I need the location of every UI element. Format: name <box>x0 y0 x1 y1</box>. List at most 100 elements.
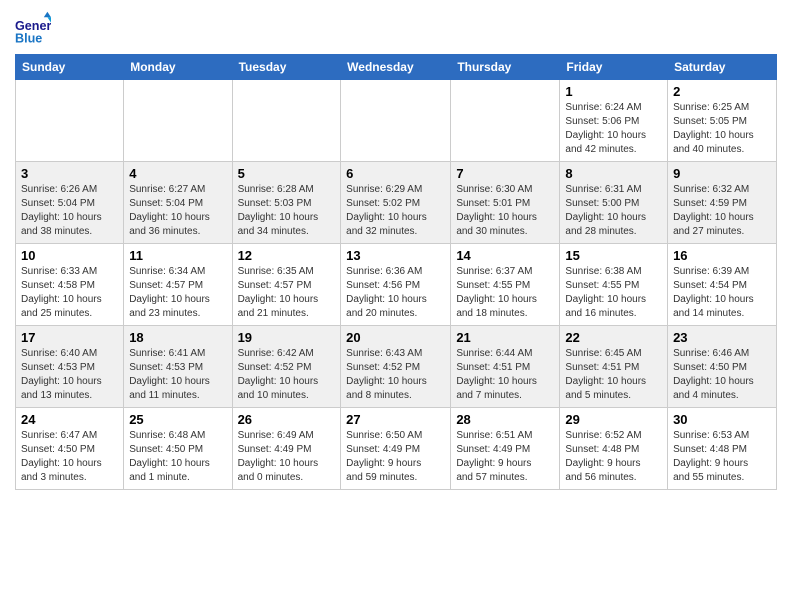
calendar-cell: 6Sunrise: 6:29 AM Sunset: 5:02 PM Daylig… <box>341 162 451 244</box>
calendar-week-row: 10 Sunrise: 6:33 AM Sunset: 4:58 PM Dayli… <box>16 244 777 326</box>
day-number: 24 <box>21 412 118 427</box>
calendar-cell: 22 Sunrise: 6:45 AM Sunset: 4:51 PM Dayli… <box>560 326 668 408</box>
day-number: 30 <box>673 412 771 427</box>
weekday-header: Wednesday <box>341 55 451 80</box>
logo: General Blue <box>15 10 55 46</box>
calendar-cell: 12Sunrise: 6:35 AM Sunset: 4:57 PM Dayli… <box>232 244 341 326</box>
day-number: 26 <box>238 412 336 427</box>
day-number: 13 <box>346 248 445 263</box>
day-info: Sunrise: 6:52 AM Sunset: 4:48 PM Dayligh… <box>565 429 662 485</box>
calendar-cell: 24 Sunrise: 6:47 AM Sunset: 4:50 PM Dayli… <box>16 408 124 490</box>
calendar-cell: 30 Sunrise: 6:53 AM Sunset: 4:48 PM Dayli… <box>668 408 777 490</box>
calendar-cell: 11 Sunrise: 6:34 AM Sunset: 4:57 PM Dayli… <box>124 244 232 326</box>
day-number: 28 <box>456 412 554 427</box>
day-info: Sunrise: 6:53 AM Sunset: 4:48 PM Dayligh… <box>673 429 771 485</box>
day-info: Sunrise: 6:28 AM Sunset: 5:03 PM Dayligh… <box>238 183 336 239</box>
weekday-header: Monday <box>124 55 232 80</box>
day-number: 22 <box>565 330 662 345</box>
day-number: 9 <box>673 166 771 181</box>
calendar-cell: 21Sunrise: 6:44 AM Sunset: 4:51 PM Dayli… <box>451 326 560 408</box>
day-number: 14 <box>456 248 554 263</box>
day-number: 7 <box>456 166 554 181</box>
calendar-cell <box>341 80 451 162</box>
calendar-cell: 27 Sunrise: 6:50 AM Sunset: 4:49 PM Dayli… <box>341 408 451 490</box>
day-number: 4 <box>129 166 226 181</box>
day-info: Sunrise: 6:37 AM Sunset: 4:55 PM Dayligh… <box>456 265 554 321</box>
day-info: Sunrise: 6:34 AM Sunset: 4:57 PM Dayligh… <box>129 265 226 321</box>
day-number: 10 <box>21 248 118 263</box>
calendar-cell: 16 Sunrise: 6:39 AM Sunset: 4:54 PM Dayli… <box>668 244 777 326</box>
day-info: Sunrise: 6:48 AM Sunset: 4:50 PM Dayligh… <box>129 429 226 485</box>
calendar-cell: 7 Sunrise: 6:30 AM Sunset: 5:01 PM Daylig… <box>451 162 560 244</box>
day-info: Sunrise: 6:40 AM Sunset: 4:53 PM Dayligh… <box>21 347 118 403</box>
day-info: Sunrise: 6:30 AM Sunset: 5:01 PM Dayligh… <box>456 183 554 239</box>
calendar-week-row: 24 Sunrise: 6:47 AM Sunset: 4:50 PM Dayli… <box>16 408 777 490</box>
day-number: 5 <box>238 166 336 181</box>
day-info: Sunrise: 6:43 AM Sunset: 4:52 PM Dayligh… <box>346 347 445 403</box>
day-info: Sunrise: 6:36 AM Sunset: 4:56 PM Dayligh… <box>346 265 445 321</box>
day-info: Sunrise: 6:26 AM Sunset: 5:04 PM Dayligh… <box>21 183 118 239</box>
day-info: Sunrise: 6:45 AM Sunset: 4:51 PM Dayligh… <box>565 347 662 403</box>
day-number: 20 <box>346 330 445 345</box>
calendar-cell: 9 Sunrise: 6:32 AM Sunset: 4:59 PM Daylig… <box>668 162 777 244</box>
day-number: 3 <box>21 166 118 181</box>
weekday-header: Tuesday <box>232 55 341 80</box>
day-number: 12 <box>238 248 336 263</box>
calendar-header-row: SundayMondayTuesdayWednesdayThursdayFrid… <box>16 55 777 80</box>
day-info: Sunrise: 6:33 AM Sunset: 4:58 PM Dayligh… <box>21 265 118 321</box>
calendar-cell: 2Sunrise: 6:25 AM Sunset: 5:05 PM Daylig… <box>668 80 777 162</box>
calendar-cell: 10 Sunrise: 6:33 AM Sunset: 4:58 PM Dayli… <box>16 244 124 326</box>
day-info: Sunrise: 6:47 AM Sunset: 4:50 PM Dayligh… <box>21 429 118 485</box>
weekday-header: Thursday <box>451 55 560 80</box>
calendar-week-row: 17 Sunrise: 6:40 AM Sunset: 4:53 PM Dayli… <box>16 326 777 408</box>
day-info: Sunrise: 6:44 AM Sunset: 4:51 PM Dayligh… <box>456 347 554 403</box>
logo-icon: General Blue <box>15 10 51 46</box>
calendar-cell <box>124 80 232 162</box>
calendar-table: SundayMondayTuesdayWednesdayThursdayFrid… <box>15 54 777 490</box>
calendar-cell: 28 Sunrise: 6:51 AM Sunset: 4:49 PM Dayli… <box>451 408 560 490</box>
calendar-cell: 15Sunrise: 6:38 AM Sunset: 4:55 PM Dayli… <box>560 244 668 326</box>
calendar-cell: 18Sunrise: 6:41 AM Sunset: 4:53 PM Dayli… <box>124 326 232 408</box>
day-info: Sunrise: 6:39 AM Sunset: 4:54 PM Dayligh… <box>673 265 771 321</box>
calendar-cell: 5 Sunrise: 6:28 AM Sunset: 5:03 PM Daylig… <box>232 162 341 244</box>
calendar-cell <box>232 80 341 162</box>
day-info: Sunrise: 6:25 AM Sunset: 5:05 PM Dayligh… <box>673 101 771 157</box>
calendar-cell: 1 Sunrise: 6:24 AM Sunset: 5:06 PM Daylig… <box>560 80 668 162</box>
day-number: 19 <box>238 330 336 345</box>
day-info: Sunrise: 6:32 AM Sunset: 4:59 PM Dayligh… <box>673 183 771 239</box>
svg-text:Blue: Blue <box>15 31 42 45</box>
calendar-cell: 17 Sunrise: 6:40 AM Sunset: 4:53 PM Dayli… <box>16 326 124 408</box>
calendar-week-row: 1 Sunrise: 6:24 AM Sunset: 5:06 PM Daylig… <box>16 80 777 162</box>
calendar-cell: 3 Sunrise: 6:26 AM Sunset: 5:04 PM Daylig… <box>16 162 124 244</box>
day-info: Sunrise: 6:50 AM Sunset: 4:49 PM Dayligh… <box>346 429 445 485</box>
header: General Blue <box>15 10 777 46</box>
weekday-header: Saturday <box>668 55 777 80</box>
calendar-cell <box>16 80 124 162</box>
day-number: 27 <box>346 412 445 427</box>
calendar-cell: 25Sunrise: 6:48 AM Sunset: 4:50 PM Dayli… <box>124 408 232 490</box>
day-number: 23 <box>673 330 771 345</box>
weekday-header: Friday <box>560 55 668 80</box>
day-number: 16 <box>673 248 771 263</box>
day-number: 17 <box>21 330 118 345</box>
weekday-header: Sunday <box>16 55 124 80</box>
calendar-cell: 14 Sunrise: 6:37 AM Sunset: 4:55 PM Dayli… <box>451 244 560 326</box>
day-info: Sunrise: 6:38 AM Sunset: 4:55 PM Dayligh… <box>565 265 662 321</box>
day-info: Sunrise: 6:51 AM Sunset: 4:49 PM Dayligh… <box>456 429 554 485</box>
day-info: Sunrise: 6:31 AM Sunset: 5:00 PM Dayligh… <box>565 183 662 239</box>
calendar-cell: 23 Sunrise: 6:46 AM Sunset: 4:50 PM Dayli… <box>668 326 777 408</box>
calendar-cell <box>451 80 560 162</box>
calendar-cell: 8Sunrise: 6:31 AM Sunset: 5:00 PM Daylig… <box>560 162 668 244</box>
calendar-cell: 13 Sunrise: 6:36 AM Sunset: 4:56 PM Dayli… <box>341 244 451 326</box>
calendar-cell: 26Sunrise: 6:49 AM Sunset: 4:49 PM Dayli… <box>232 408 341 490</box>
day-number: 1 <box>565 84 662 99</box>
day-number: 29 <box>565 412 662 427</box>
day-info: Sunrise: 6:24 AM Sunset: 5:06 PM Dayligh… <box>565 101 662 157</box>
page-container: General Blue SundayMondayTuesdayWednesda… <box>0 0 792 500</box>
calendar-cell: 4 Sunrise: 6:27 AM Sunset: 5:04 PM Daylig… <box>124 162 232 244</box>
day-number: 11 <box>129 248 226 263</box>
day-info: Sunrise: 6:42 AM Sunset: 4:52 PM Dayligh… <box>238 347 336 403</box>
day-info: Sunrise: 6:46 AM Sunset: 4:50 PM Dayligh… <box>673 347 771 403</box>
day-info: Sunrise: 6:27 AM Sunset: 5:04 PM Dayligh… <box>129 183 226 239</box>
calendar-week-row: 3 Sunrise: 6:26 AM Sunset: 5:04 PM Daylig… <box>16 162 777 244</box>
